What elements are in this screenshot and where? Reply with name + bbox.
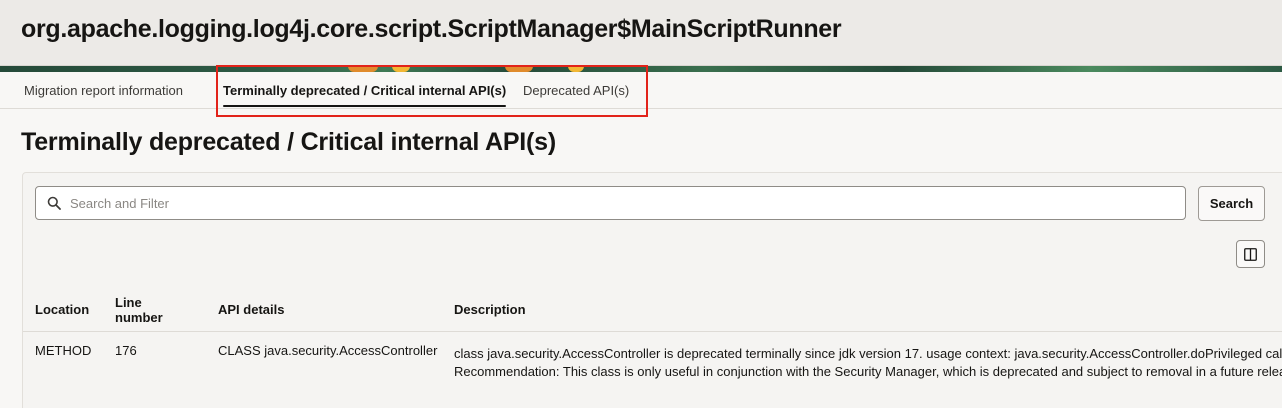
class-title: org.apache.logging.log4j.core.script.Scr… xyxy=(21,15,842,43)
page-header: org.apache.logging.log4j.core.script.Scr… xyxy=(0,0,1282,66)
tab-terminally-deprecated[interactable]: Terminally deprecated / Critical interna… xyxy=(223,72,507,109)
cell-description: class java.security.AccessController is … xyxy=(454,345,1282,381)
cell-location: METHOD xyxy=(35,343,92,358)
column-header-description[interactable]: Description xyxy=(454,302,526,317)
cell-line-number: 176 xyxy=(115,343,137,358)
search-field[interactable] xyxy=(35,186,1186,220)
tab-label: Deprecated API(s) xyxy=(523,83,630,98)
search-icon xyxy=(47,196,61,210)
description-line: Recommendation: This class is only usefu… xyxy=(454,364,1282,379)
page-title: Terminally deprecated / Critical interna… xyxy=(21,128,557,156)
search-input[interactable] xyxy=(70,187,1170,219)
tab-migration-report-information[interactable]: Migration report information xyxy=(24,72,183,109)
tab-bar: Migration report information Terminally … xyxy=(0,72,1282,109)
tab-label: Terminally deprecated / Critical interna… xyxy=(223,83,507,98)
search-button[interactable]: Search xyxy=(1198,186,1265,221)
column-header-line-number[interactable]: Line number xyxy=(115,295,175,325)
description-line: class java.security.AccessController is … xyxy=(454,346,1282,361)
columns-icon xyxy=(1244,247,1257,261)
column-header-api-details[interactable]: API details xyxy=(218,302,284,317)
column-settings-button[interactable] xyxy=(1236,240,1265,268)
column-header-location[interactable]: Location xyxy=(35,302,89,317)
active-tab-indicator xyxy=(223,105,507,107)
tab-deprecated-apis[interactable]: Deprecated API(s) xyxy=(523,72,629,109)
header-divider xyxy=(23,331,1282,332)
tab-label: Migration report information xyxy=(24,83,183,98)
cell-api-details: CLASS java.security.AccessController xyxy=(218,343,438,358)
